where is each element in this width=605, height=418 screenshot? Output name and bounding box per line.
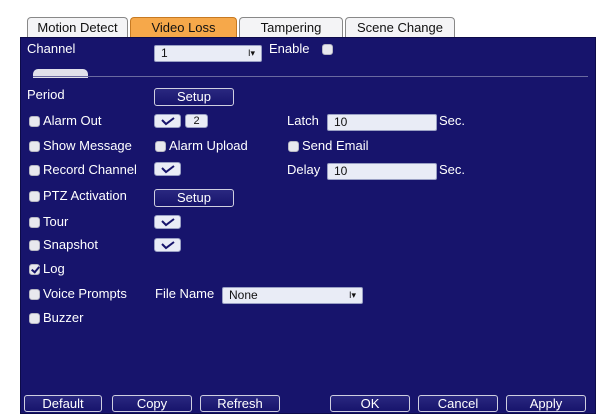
apply-button[interactable]: Apply bbox=[506, 395, 586, 412]
log-label: Log bbox=[43, 261, 65, 276]
copy-button[interactable]: Copy bbox=[112, 395, 192, 412]
dropdown-arrow-icon: I▾ bbox=[349, 290, 357, 300]
video-loss-settings-window: Motion Detect Video Loss Tampering Scene… bbox=[0, 0, 605, 418]
latch-label: Latch bbox=[287, 113, 319, 128]
record-channel-picker[interactable] bbox=[154, 162, 181, 176]
alarm-upload-label: Alarm Upload bbox=[169, 138, 248, 153]
buzzer-label: Buzzer bbox=[43, 310, 84, 325]
period-setup-button[interactable]: Setup bbox=[154, 88, 234, 106]
enable-checkbox[interactable] bbox=[322, 44, 333, 55]
alarm-out-value[interactable]: 2 bbox=[185, 114, 208, 128]
send-email-label: Send Email bbox=[302, 138, 369, 153]
tab-tampering[interactable]: Tampering bbox=[239, 17, 343, 39]
delay-input[interactable]: 10 bbox=[327, 163, 437, 180]
buzzer-checkbox[interactable] bbox=[29, 313, 40, 324]
ptz-activation-checkbox[interactable] bbox=[29, 191, 40, 202]
snapshot-label: Snapshot bbox=[43, 237, 98, 252]
delay-label: Delay bbox=[287, 162, 321, 177]
record-channel-label: Record Channel bbox=[43, 162, 137, 177]
snapshot-picker[interactable] bbox=[154, 238, 181, 252]
period-label: Period bbox=[27, 87, 65, 102]
send-email-checkbox[interactable] bbox=[288, 141, 299, 152]
ok-button[interactable]: OK bbox=[330, 395, 410, 412]
tour-checkbox[interactable] bbox=[29, 217, 40, 228]
channel-label: Channel bbox=[27, 41, 76, 56]
cancel-button[interactable]: Cancel bbox=[418, 395, 498, 412]
checkmark-dropdown-icon bbox=[161, 117, 175, 126]
dropdown-arrow-icon: I▾ bbox=[248, 48, 256, 58]
snapshot-checkbox[interactable] bbox=[29, 240, 40, 251]
delay-unit: Sec. bbox=[439, 162, 466, 177]
alarm-out-picker[interactable] bbox=[154, 114, 181, 128]
refresh-button[interactable]: Refresh bbox=[200, 395, 280, 412]
divider bbox=[33, 76, 588, 77]
latch-unit: Sec. bbox=[439, 113, 466, 128]
tour-picker[interactable] bbox=[154, 215, 181, 229]
ptz-setup-button[interactable]: Setup bbox=[154, 189, 234, 207]
file-name-label: File Name bbox=[155, 286, 215, 301]
alarm-out-checkbox[interactable] bbox=[29, 116, 40, 127]
checkmark-dropdown-icon bbox=[161, 241, 175, 250]
tab-motion-detect[interactable]: Motion Detect bbox=[27, 17, 128, 39]
voice-prompts-label: Voice Prompts bbox=[43, 286, 127, 301]
channel-select[interactable]: 1 I▾ bbox=[154, 45, 262, 62]
channel-value: 1 bbox=[161, 46, 168, 60]
log-checkbox[interactable] bbox=[29, 264, 40, 275]
voice-prompts-checkbox[interactable] bbox=[29, 289, 40, 300]
enable-label: Enable bbox=[269, 41, 310, 56]
latch-input[interactable]: 10 bbox=[327, 114, 437, 131]
alarm-out-label: Alarm Out bbox=[43, 113, 102, 128]
record-channel-checkbox[interactable] bbox=[29, 165, 40, 176]
file-name-value: None bbox=[229, 288, 258, 302]
show-message-label: Show Message bbox=[43, 138, 132, 153]
checkmark-dropdown-icon bbox=[161, 165, 175, 174]
settings-panel bbox=[20, 37, 596, 414]
checkmark-dropdown-icon bbox=[161, 218, 175, 227]
default-button[interactable]: Default bbox=[24, 395, 102, 412]
ptz-activation-label: PTZ Activation bbox=[43, 188, 127, 203]
show-message-checkbox[interactable] bbox=[29, 141, 40, 152]
tour-label: Tour bbox=[43, 214, 69, 229]
tab-scene-change[interactable]: Scene Change bbox=[345, 17, 455, 39]
alarm-upload-checkbox[interactable] bbox=[155, 141, 166, 152]
tab-video-loss[interactable]: Video Loss bbox=[130, 17, 237, 39]
file-name-select[interactable]: None I▾ bbox=[222, 287, 363, 304]
